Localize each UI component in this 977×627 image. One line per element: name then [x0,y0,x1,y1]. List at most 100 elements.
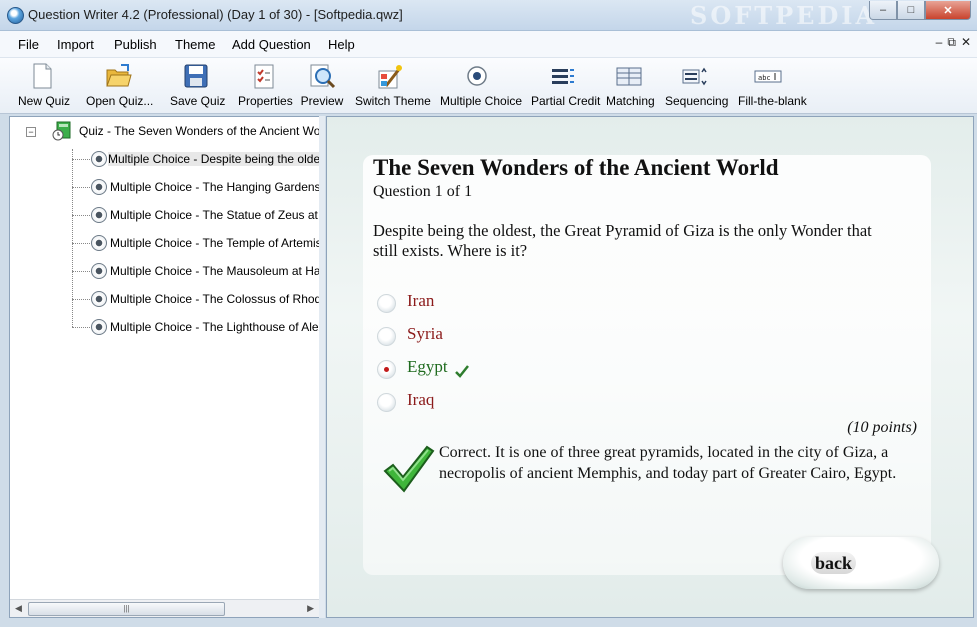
menu-add-question[interactable]: Add Question [232,37,311,52]
fill-the-blank-button[interactable]: abc Fill-the-blank [738,62,807,108]
menu-theme[interactable]: Theme [175,37,215,52]
matching-icon [615,62,643,90]
preview-magnifier-icon [308,62,336,90]
properties-icon [250,62,278,90]
pane-splitter[interactable] [319,116,325,618]
fill-the-blank-label: Fill-the-blank [738,94,807,108]
mdi-minimize-icon[interactable]: – [936,35,943,50]
new-quiz-label: New Quiz [18,94,71,108]
scrollbar-thumb[interactable]: ||| [28,602,225,616]
menu-help[interactable]: Help [328,37,355,52]
new-quiz-icon [28,62,56,90]
tree-item-label: Multiple Choice - The Colossus of Rhodes… [110,292,319,306]
preview-button[interactable]: Preview [300,62,344,108]
multiple-choice-node-icon [91,319,107,335]
scroll-left-icon[interactable]: ◀ [15,603,22,614]
collapse-icon[interactable]: − [26,127,36,137]
small-check-icon [455,365,469,378]
scroll-right-icon[interactable]: ▶ [307,603,314,614]
save-disk-icon [182,62,210,90]
matching-label: Matching [606,94,655,108]
multiple-choice-button[interactable]: Multiple Choice [440,62,523,108]
quiz-preview-pane: The Seven Wonders of the Ancient World Q… [326,116,974,618]
sequencing-label: Sequencing [665,94,729,108]
answer-label: Syria [407,324,443,343]
window-title: Question Writer 4.2 (Professional) (Day … [28,7,403,22]
multiple-choice-node-icon [91,235,107,251]
back-button-label: back [811,552,857,574]
mdi-close-icon[interactable]: ✕ [961,35,971,50]
close-button[interactable]: ✕ [925,1,971,20]
correct-check-icon [383,445,435,493]
tree-item[interactable]: Multiple Choice - The Hanging Gardens of… [10,175,319,199]
mdi-controls: – ⧉ ✕ [936,35,971,50]
points-label: (10 points) [847,419,917,436]
menu-bar: File Import Publish Theme Add Question H… [0,31,977,58]
multiple-choice-node-icon [91,291,107,307]
preview-label: Preview [300,94,344,108]
tree-item[interactable]: Multiple Choice - Despite being the olde… [10,147,319,171]
window-controls: – □ ✕ [869,1,971,20]
open-quiz-label: Open Quiz... [86,94,154,108]
properties-button[interactable]: Properties [238,62,293,108]
minimize-button[interactable]: – [869,1,897,20]
answer-radio-selected[interactable] [377,360,396,379]
sequencing-button[interactable]: Sequencing [665,62,729,108]
tree-item[interactable]: Multiple Choice - The Lighthouse of Alex… [10,315,319,339]
properties-label: Properties [238,94,293,108]
switch-theme-icon [376,62,404,90]
question-number: Question 1 of 1 [373,183,473,200]
menu-publish[interactable]: Publish [114,37,157,52]
open-quiz-button[interactable]: Open Quiz... [86,62,154,108]
answer-label: Iran [407,291,435,310]
tree-item[interactable]: Multiple Choice - The Statue of Zeus at … [10,203,319,227]
save-quiz-button[interactable]: Save Quiz [170,62,226,108]
title-bar: Question Writer 4.2 (Professional) (Day … [0,0,977,31]
menu-file[interactable]: File [18,37,39,52]
toolbar: New Quiz Open Quiz... Save Quiz Properti… [0,58,977,114]
multiple-choice-icon [463,62,491,90]
partial-credit-button[interactable]: Partial Credit [531,62,601,108]
menu-import[interactable]: Import [57,37,94,52]
save-quiz-label: Save Quiz [170,94,226,108]
feedback-text: Correct. It is one of three great pyrami… [439,444,897,482]
tree-root-label: Quiz - The Seven Wonders of the Ancient … [79,124,319,138]
tree-item-label: Multiple Choice - Despite being the olde… [108,152,319,166]
horizontal-scrollbar[interactable]: ◀ ||| ▶ [10,599,319,617]
partial-credit-label: Partial Credit [531,94,601,108]
tree-item[interactable]: Multiple Choice - The Colossus of Rhodes… [10,287,319,311]
app-icon[interactable] [7,7,24,24]
tree-item[interactable]: Multiple Choice - The Mausoleum at Halic… [10,259,319,283]
sequencing-icon [680,62,708,90]
multiple-choice-node-icon [91,207,107,223]
switch-theme-label: Switch Theme [355,94,431,108]
svg-text:abc: abc [758,74,771,82]
quiz-title: The Seven Wonders of the Ancient World [373,155,779,180]
mdi-restore-icon[interactable]: ⧉ [947,35,956,50]
answer-radio[interactable] [377,327,396,346]
multiple-choice-label: Multiple Choice [440,94,523,108]
quiz-book-icon [52,121,72,141]
answer-label: Iraq [407,390,435,409]
maximize-button[interactable]: □ [897,1,925,20]
matching-button[interactable]: Matching [606,62,655,108]
question-tree[interactable]: − Quiz - The Seven Wonders of the Ancien… [9,116,320,618]
tree-root-quiz[interactable]: − Quiz - The Seven Wonders of the Ancien… [10,119,319,143]
tree-item-label: Multiple Choice - The Mausoleum at Halic… [110,264,319,278]
multiple-choice-node-icon [91,151,107,167]
new-quiz-button[interactable]: New Quiz [18,62,71,108]
switch-theme-button[interactable]: Switch Theme [355,62,431,108]
tree-item-label: Multiple Choice - The Temple of Artemis … [110,236,319,250]
back-button[interactable]: back [783,537,939,589]
close-icon: ✕ [943,4,953,17]
open-folder-icon [104,62,132,90]
answer-radio[interactable] [377,294,396,313]
maximize-icon: □ [907,4,915,16]
tree-item-label: Multiple Choice - The Statue of Zeus at … [110,208,319,222]
tree-item[interactable]: Multiple Choice - The Temple of Artemis … [10,231,319,255]
answer-radio[interactable] [377,393,396,412]
answer-option[interactable]: Egypt [377,357,497,381]
tree-item-label: Multiple Choice - The Hanging Gardens of… [110,180,319,194]
multiple-choice-node-icon [91,179,107,195]
fill-the-blank-icon: abc [754,62,782,90]
